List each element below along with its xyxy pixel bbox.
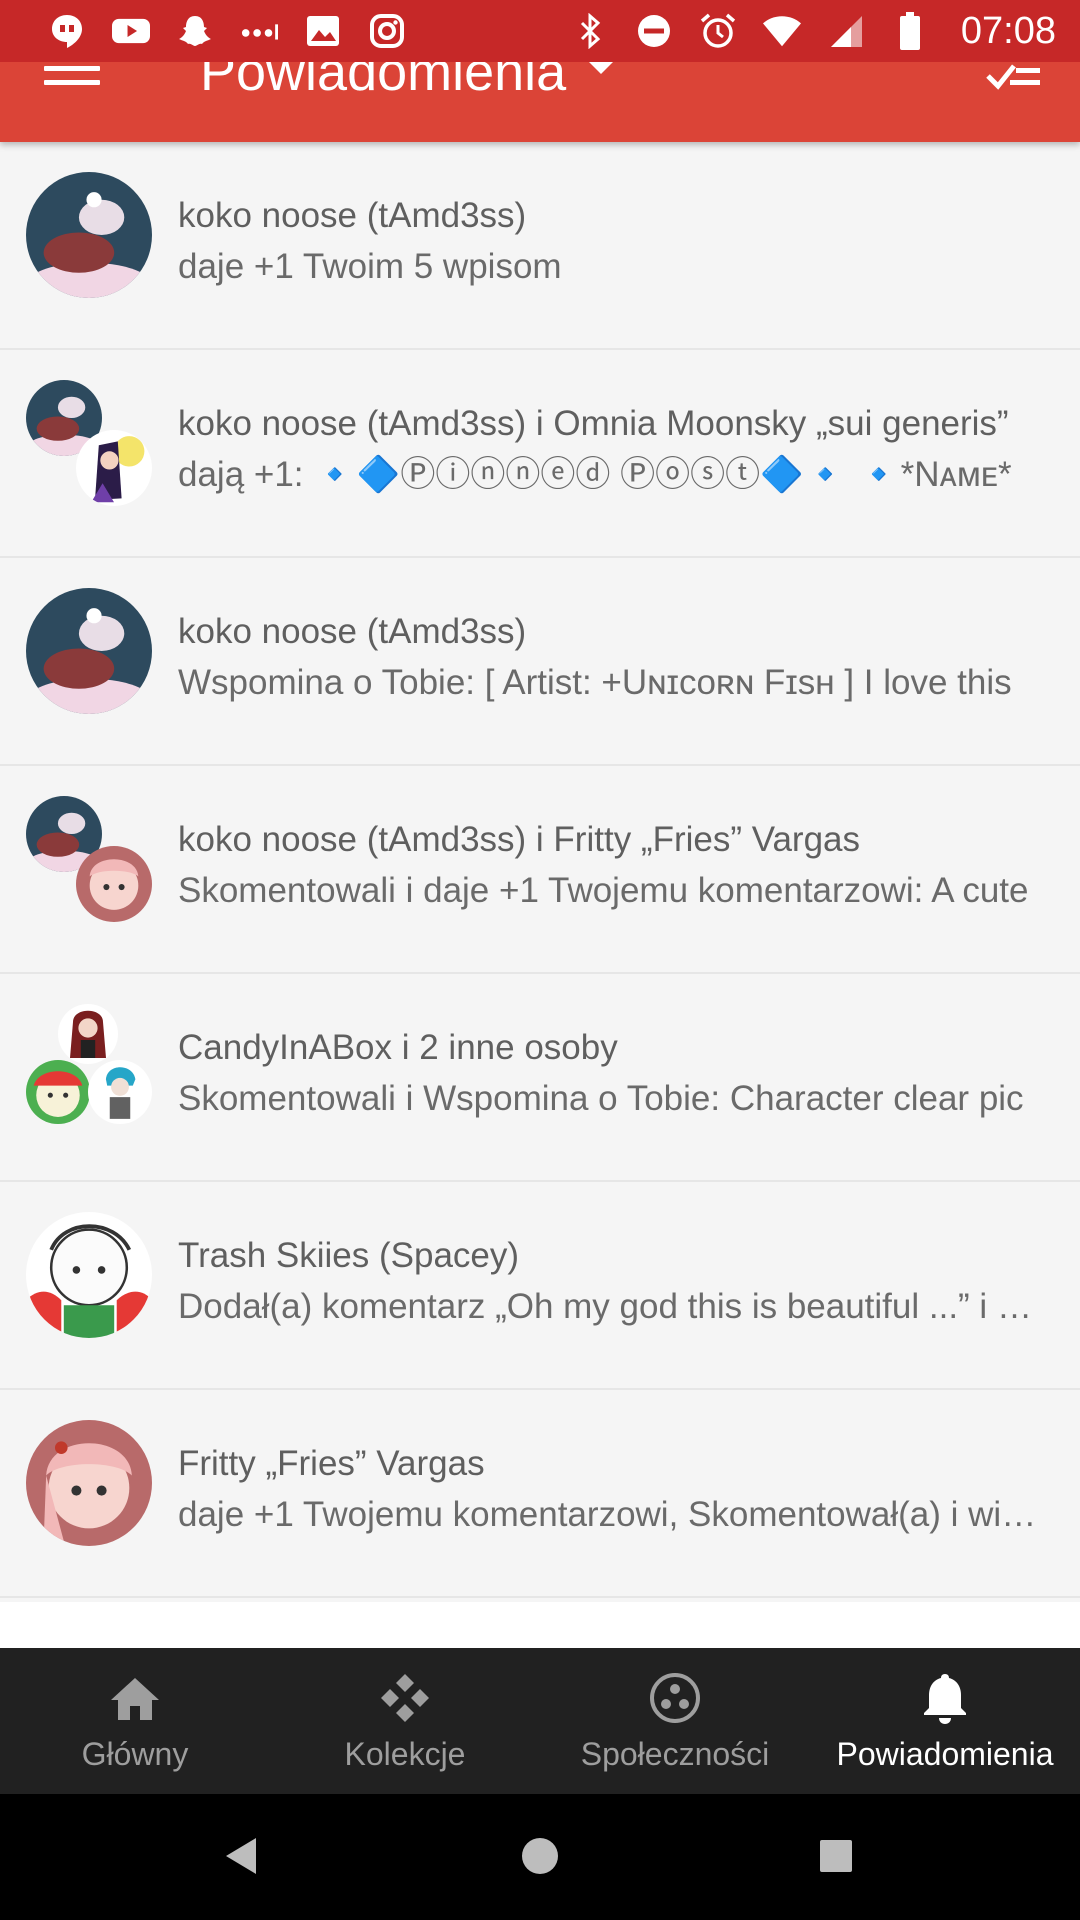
avatar (76, 430, 152, 506)
avatar-group (26, 1212, 152, 1338)
notification-text: Wspomina o Tobie: [ Artist: +Uɴɪᴄᴏʀɴ Fɪs… (178, 663, 1012, 702)
battery-icon (891, 12, 929, 50)
notification-text: Skomentowali i daje +1 Twojemu komentarz… (178, 871, 1029, 910)
avatar (58, 1004, 118, 1064)
recents-icon[interactable] (820, 1840, 852, 1872)
notification-title: koko noose (tAmd3ss) i Omnia Moonsky „su… (178, 404, 1009, 443)
avatar-group (26, 588, 152, 714)
bluetooth-icon (571, 12, 609, 50)
notification-title: koko noose (tAmd3ss) (178, 196, 527, 235)
avatar (26, 172, 152, 298)
back-icon[interactable] (224, 1836, 258, 1876)
notification-item[interactable]: koko noose (tAmd3ss) i Fritty „Fries” Va… (0, 766, 1080, 974)
wifi-icon (762, 12, 801, 50)
hangouts-icon (48, 12, 86, 50)
notification-title: koko noose (tAmd3ss) (178, 612, 527, 651)
signal-icon (827, 12, 865, 50)
alarm-icon (699, 12, 737, 50)
nav-label-home: Główny (81, 1735, 189, 1772)
notification-text: Skomentowali i Wspomina o Tobie: Charact… (178, 1079, 1024, 1118)
dropdown-arrow-icon (588, 60, 615, 74)
system-navigation-bar (0, 1794, 1080, 1920)
notification-title: CandyInABox i 2 inne osoby (178, 1028, 618, 1067)
avatar-group (26, 1420, 152, 1546)
notification-list: koko noose (tAmd3ss) daje +1 Twoim 5 wpi… (0, 142, 1080, 1598)
nav-label-communities: Społeczności (580, 1735, 770, 1772)
avatar-group (26, 172, 152, 298)
youtube-icon (112, 12, 150, 50)
nav-item-communities[interactable]: Społeczności (540, 1648, 810, 1794)
instagram-icon (368, 12, 406, 50)
avatar (26, 1420, 152, 1546)
avatar-group (26, 796, 152, 922)
avatar-group (26, 380, 152, 506)
bottom-navigation: Główny Kolekcje Społeczności Powiadomien… (0, 1648, 1080, 1794)
home-icon (111, 1677, 159, 1720)
avatar-group (26, 1004, 152, 1130)
notification-text: dają +1: 🔹🔷Ⓟⓘⓝⓝⓔⓓ Ⓟⓞⓢⓣ🔷🔹 🔹*Nᴀᴍᴇ* (178, 455, 1012, 494)
list-item-partial (0, 1602, 1080, 1648)
notification-title: Trash Skiies (Spacey) (178, 1236, 520, 1275)
notification-text: daje +1 Twojemu komentarzowi, Skomentowa… (178, 1495, 1052, 1534)
nav-item-collections[interactable]: Kolekcje (270, 1648, 540, 1794)
collections-icon (381, 1673, 429, 1722)
communities-icon (650, 1672, 700, 1723)
notification-item[interactable]: koko noose (tAmd3ss) i Omnia Moonsky „su… (0, 350, 1080, 558)
notification-item[interactable]: koko noose (tAmd3ss) Wspomina o Tobie: [… (0, 558, 1080, 766)
notification-item[interactable]: koko noose (tAmd3ss) daje +1 Twoim 5 wpi… (0, 142, 1080, 350)
nav-item-home[interactable]: Główny (0, 1648, 270, 1794)
nav-label-notifications: Powiadomienia (836, 1735, 1054, 1772)
notification-title: Fritty „Fries” Vargas (178, 1444, 485, 1483)
avatar (26, 588, 152, 714)
home-button-icon[interactable] (522, 1838, 558, 1874)
bell-icon (924, 1673, 966, 1724)
avatar (26, 1060, 90, 1124)
notification-item[interactable]: Trash Skiies (Spacey) Dodał(a) komentarz… (0, 1182, 1080, 1390)
avatar (88, 1060, 152, 1124)
notification-text: daje +1 Twoim 5 wpisom (178, 247, 562, 286)
notification-item[interactable]: Fritty „Fries” Vargas daje +1 Twojemu ko… (0, 1390, 1080, 1598)
status-bar: 07:08 (0, 0, 1080, 62)
dnd-icon (635, 12, 673, 50)
notification-title: koko noose (tAmd3ss) i Fritty „Fries” Va… (178, 820, 861, 859)
dots-icon (240, 12, 278, 50)
avatar (76, 846, 152, 922)
snapchat-icon (176, 12, 214, 50)
notification-item[interactable]: CandyInABox i 2 inne osoby Skomentowali … (0, 974, 1080, 1182)
notification-text: Dodał(a) komentarz „Oh my god this is be… (178, 1287, 1052, 1326)
nav-label-collections: Kolekcje (344, 1735, 466, 1772)
gallery-icon (304, 12, 342, 50)
clock: 07:08 (960, 9, 1056, 52)
nav-item-notifications[interactable]: Powiadomienia (810, 1648, 1080, 1794)
avatar (26, 1212, 152, 1338)
